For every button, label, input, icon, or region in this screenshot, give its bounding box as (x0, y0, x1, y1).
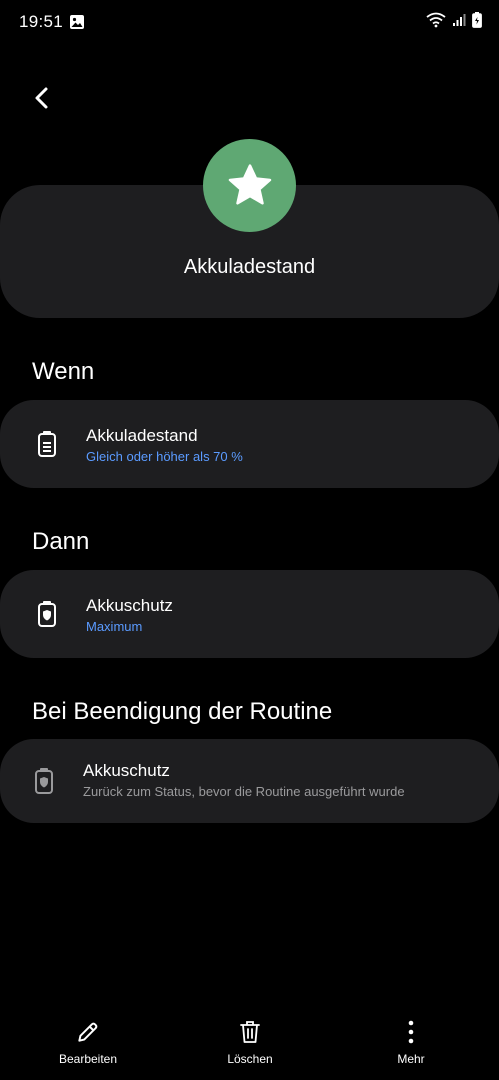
section-title-routine-end: Bei Beendigung der Routine (32, 698, 333, 725)
edit-label: Bearbeiten (58, 1052, 118, 1066)
battery-level-icon (36, 430, 58, 458)
condition-title: Akkuladestand (86, 426, 198, 445)
routine-detail-screen: 19:51 Akkuladestand Wenn Akkuladestand G… (0, 0, 499, 1080)
end-action-title: Akkuschutz (83, 761, 170, 780)
more-vertical-icon (351, 1018, 471, 1046)
status-time: 19:51 (19, 12, 64, 31)
trash-icon (190, 1018, 310, 1046)
battery-protection-icon (33, 767, 55, 795)
status-bar: 19:51 (0, 0, 499, 46)
condition-subtitle: Gleich oder höher als 70 % (86, 449, 243, 464)
condition-item[interactable]: Akkuladestand Gleich oder höher als 70 % (0, 400, 499, 488)
status-icons (426, 12, 482, 33)
gallery-icon (69, 14, 85, 30)
end-action-subtitle: Zurück zum Status, bevor die Routine aus… (83, 784, 405, 799)
pencil-icon (28, 1018, 148, 1046)
battery-icon (472, 12, 482, 33)
edit-button[interactable]: Bearbeiten (28, 1018, 148, 1066)
action-item[interactable]: Akkuschutz Maximum (0, 570, 499, 658)
section-title-dann: Dann (32, 528, 90, 555)
more-button[interactable]: Mehr (351, 1018, 471, 1066)
routine-title: Akkuladestand (183, 256, 316, 278)
routine-icon (203, 139, 296, 232)
chevron-left-icon (35, 87, 48, 109)
section-title-wenn: Wenn (32, 358, 95, 385)
star-icon (228, 163, 271, 205)
delete-label: Löschen (227, 1052, 273, 1066)
more-label: Mehr (397, 1052, 425, 1066)
delete-button[interactable]: Löschen (190, 1018, 310, 1066)
end-action-item[interactable]: Akkuschutz Zurück zum Status, bevor die … (0, 739, 499, 823)
action-title: Akkuschutz (86, 596, 173, 615)
wifi-icon (426, 12, 446, 33)
action-subtitle: Maximum (86, 619, 143, 634)
signal-icon (452, 13, 466, 32)
back-button[interactable] (24, 80, 60, 116)
battery-protection-icon (36, 600, 58, 628)
